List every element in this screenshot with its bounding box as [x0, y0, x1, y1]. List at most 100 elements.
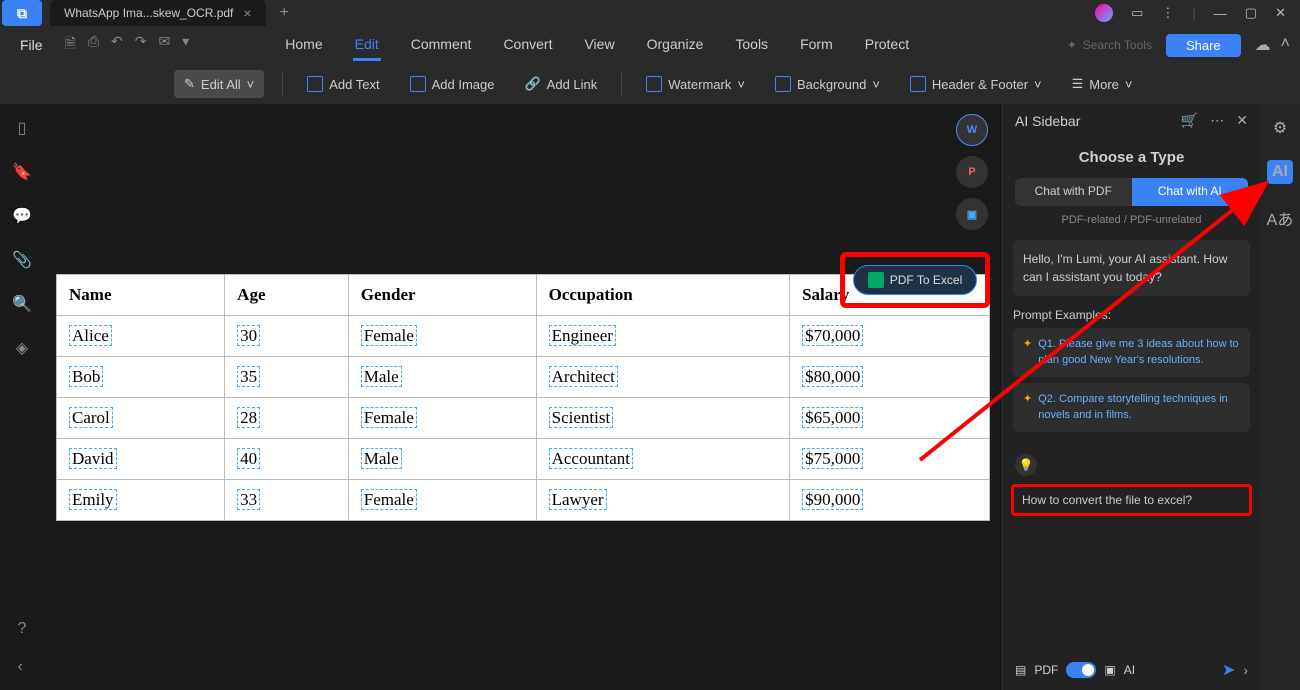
close-window-icon[interactable]: ✕	[1275, 5, 1286, 21]
more-button[interactable]: ☰More˅	[1066, 72, 1139, 96]
share-button[interactable]: Share	[1166, 34, 1241, 57]
save-icon[interactable]: 🗎	[65, 33, 76, 57]
sidebar-title: AI Sidebar	[1015, 113, 1080, 129]
tab-protect[interactable]: Protect	[863, 30, 911, 61]
tab-organize[interactable]: Organize	[645, 30, 706, 61]
excel-icon	[868, 272, 884, 288]
kebab-icon[interactable]: ⋮	[1161, 5, 1174, 21]
col-age: Age	[237, 285, 265, 304]
hint-button[interactable]: 💡	[1015, 454, 1037, 476]
settings-icon[interactable]: ⚙	[1273, 118, 1287, 138]
more-icon: ☰	[1072, 76, 1084, 92]
background-button[interactable]: Background˅	[769, 72, 886, 96]
document-tab[interactable]: WhatsApp Ima...skew_OCR.pdf ×	[50, 0, 266, 26]
tab-convert[interactable]: Convert	[501, 30, 554, 61]
send-icon[interactable]: ➤	[1222, 660, 1235, 680]
chat-with-ai-tab[interactable]: Chat with AI	[1132, 178, 1249, 206]
more-icon[interactable]: ⋯	[1210, 112, 1224, 129]
chevron-down-icon: ˅	[737, 77, 745, 92]
right-rail: ⚙ AI Aあ	[1260, 104, 1300, 690]
edit-all-button[interactable]: ✎ Edit All ˅	[174, 70, 264, 98]
col-occupation: Occupation	[549, 285, 633, 304]
sparkle-icon: ✦	[1023, 336, 1032, 369]
search-input[interactable]: ✦ Search Tools	[1067, 38, 1152, 52]
attachment-icon[interactable]: 📎	[12, 250, 32, 270]
dropdown-icon[interactable]: ▾	[182, 33, 189, 57]
chevron-right-icon[interactable]: ›	[1243, 662, 1248, 678]
toolbar: ✎ Edit All ˅ Add Text Add Image 🔗Add Lin…	[0, 64, 1300, 104]
chevron-down-icon: ˅	[872, 77, 880, 92]
tab-form[interactable]: Form	[798, 30, 835, 61]
add-link-button[interactable]: 🔗Add Link	[518, 72, 603, 96]
col-name: Name	[69, 285, 111, 304]
translate-icon[interactable]: Aあ	[1267, 206, 1294, 230]
pdf-to-excel-callout: PDF To Excel	[840, 252, 990, 308]
cart-icon[interactable]: 🛒	[1181, 112, 1198, 129]
collapse-icon[interactable]: ‹	[18, 658, 27, 676]
table-row: Emily33FemaleLawyer$90,000	[57, 480, 990, 521]
undo-icon[interactable]: ↶	[111, 33, 123, 57]
ai-input[interactable]: How to convert the file to excel?	[1011, 484, 1252, 516]
pdf-to-excel-button[interactable]: PDF To Excel	[853, 265, 977, 295]
tab-home[interactable]: Home	[283, 30, 324, 61]
pdf-badge-icon: ▤	[1015, 663, 1026, 677]
word-icon[interactable]: W	[956, 114, 988, 146]
ai-sidebar: AI Sidebar 🛒 ⋯ ✕ Choose a Type Chat with…	[1002, 104, 1260, 690]
powerpoint-icon[interactable]: P	[956, 156, 988, 188]
main-tabs: Home Edit Comment Convert View Organize …	[283, 30, 911, 61]
thumbnails-icon[interactable]: ▯	[18, 118, 27, 138]
watermark-button[interactable]: Watermark˅	[640, 72, 751, 96]
pdf-ai-toggle[interactable]	[1066, 662, 1096, 678]
new-tab-button[interactable]: +	[280, 4, 289, 22]
tab-title: WhatsApp Ima...skew_OCR.pdf	[64, 6, 233, 20]
prompt-example-1[interactable]: ✦Q1. Please give me 3 ideas about how to…	[1013, 328, 1250, 377]
mail-icon[interactable]: ✉	[159, 33, 171, 57]
prompt-examples-title: Prompt Examples:	[1013, 308, 1250, 322]
chat-icon[interactable]: ▭	[1131, 5, 1143, 21]
tab-comment[interactable]: Comment	[409, 30, 474, 61]
add-text-button[interactable]: Add Text	[301, 72, 385, 96]
redo-icon[interactable]: ↷	[135, 33, 147, 57]
choose-type-label: Choose a Type	[1003, 149, 1260, 166]
maximize-icon[interactable]: ▢	[1245, 5, 1257, 21]
pdf-table: Name Age Gender Occupation Salary Alice3…	[56, 274, 990, 521]
tab-edit[interactable]: Edit	[353, 30, 381, 61]
chevron-down-icon: ˅	[1125, 77, 1133, 92]
image-convert-icon[interactable]: ▣	[956, 198, 988, 230]
header-footer-button[interactable]: Header & Footer˅	[904, 72, 1048, 96]
left-rail: ▯ 🔖 💬 📎 🔍 ◈ ? ‹	[0, 104, 44, 690]
prompt-example-2[interactable]: ✦Q2. Compare storytelling techniques in …	[1013, 383, 1250, 432]
table-row: Carol28FemaleScientist$65,000	[57, 398, 990, 439]
minimize-icon[interactable]: —	[1214, 6, 1227, 21]
image-icon	[410, 76, 426, 92]
tab-tools[interactable]: Tools	[733, 30, 770, 61]
titlebar: ⧉ WhatsApp Ima...skew_OCR.pdf × + ▭ ⋮ | …	[0, 0, 1300, 26]
table-row: Bob35MaleArchitect$80,000	[57, 357, 990, 398]
chat-with-pdf-tab[interactable]: Chat with PDF	[1015, 178, 1132, 206]
print-icon[interactable]: ⎙	[88, 33, 99, 57]
link-icon: 🔗	[524, 76, 540, 92]
search-icon[interactable]: 🔍	[12, 294, 32, 314]
col-gender: Gender	[361, 285, 416, 304]
tab-view[interactable]: View	[582, 30, 616, 61]
file-menu[interactable]: File	[10, 33, 53, 57]
app-icon: ⧉	[2, 0, 42, 26]
cloud-icon[interactable]: ☁	[1255, 35, 1271, 55]
help-icon[interactable]: ?	[18, 620, 27, 638]
avatar[interactable]	[1095, 4, 1113, 22]
type-toggle: Chat with PDF Chat with AI	[1015, 178, 1248, 206]
table-row: David40MaleAccountant$75,000	[57, 439, 990, 480]
ai-rail-button[interactable]: AI	[1267, 160, 1293, 184]
watermark-icon	[646, 76, 662, 92]
pencil-icon: ✎	[184, 76, 195, 92]
chevron-up-icon[interactable]: ˄	[1281, 35, 1290, 55]
close-icon[interactable]: ×	[243, 5, 251, 21]
comments-icon[interactable]: 💬	[12, 206, 32, 226]
sparkle-icon: ✦	[1023, 391, 1032, 424]
document-canvas: W P ▣ PDF To Excel Name Age Gender Occup…	[44, 104, 1002, 690]
add-image-button[interactable]: Add Image	[404, 72, 501, 96]
bookmark-icon[interactable]: 🔖	[12, 162, 32, 182]
table-row: Alice30FemaleEngineer$70,000	[57, 316, 990, 357]
close-sidebar-icon[interactable]: ✕	[1236, 112, 1248, 129]
layers-icon[interactable]: ◈	[16, 338, 28, 358]
